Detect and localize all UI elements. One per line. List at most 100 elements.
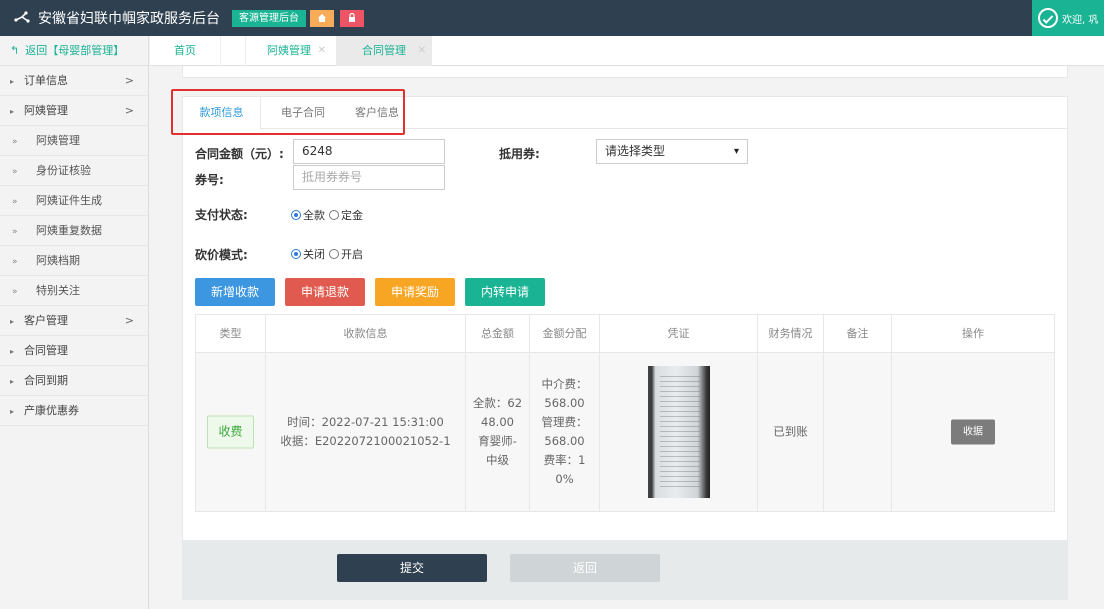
user-avatar-icon bbox=[1038, 8, 1058, 28]
cell-total: 全款：62 48.00 育婴师- 中级 bbox=[466, 353, 530, 511]
chevron-right-icon: > bbox=[124, 74, 134, 87]
bargain-mode-label: 砍价模式: bbox=[195, 248, 248, 262]
sidebar-subitem-duplicate-data[interactable]: » 阿姨重复数据 bbox=[0, 216, 148, 246]
sidebar-item-label: 客户管理 bbox=[24, 314, 68, 327]
tab-nanny-management[interactable]: 阿姨管理 ✕ bbox=[246, 36, 332, 66]
voucher-text-lines bbox=[659, 376, 700, 488]
sidebar-subitem-certificate-gen[interactable]: » 阿姨证件生成 bbox=[0, 186, 148, 216]
top-bar: 安徽省妇联巾帼家政服务后台 客源管理后台 欢迎, 巩 bbox=[0, 0, 1104, 36]
tab-e-contract[interactable]: 电子合同 bbox=[267, 97, 339, 129]
sidebar-item-label: 合同到期 bbox=[24, 374, 68, 387]
col-header-voucher: 凭证 bbox=[600, 315, 758, 352]
double-chevron-icon: » bbox=[12, 167, 18, 177]
total-line: 48.00 bbox=[481, 415, 514, 429]
cell-payment-info: 时间：2022-07-21 15:31:00 收据：E2022072100021… bbox=[266, 353, 466, 511]
radio-full-payment[interactable] bbox=[291, 210, 301, 220]
voucher-photo[interactable] bbox=[647, 366, 710, 498]
sidebar-item-nanny-management[interactable]: ▸ 阿姨管理 > bbox=[0, 96, 148, 126]
cell-type: 收费 bbox=[196, 353, 266, 511]
close-icon[interactable]: ✕ bbox=[318, 36, 326, 66]
sidebar-subitem-schedule[interactable]: » 阿姨档期 bbox=[0, 246, 148, 276]
col-header-total: 总金额 bbox=[466, 315, 530, 352]
apply-refund-button[interactable]: 申请退款 bbox=[285, 278, 365, 306]
pay-status-radio-group: 全款 定金 bbox=[291, 207, 367, 223]
sidebar-subitem-nanny-management[interactable]: » 阿姨管理 bbox=[0, 126, 148, 156]
voucher-select-value: 请选择类型 bbox=[605, 144, 666, 158]
share-logo-icon bbox=[14, 11, 30, 23]
col-header-allocation: 金额分配 bbox=[530, 315, 600, 352]
double-chevron-icon: » bbox=[12, 227, 18, 237]
amount-input[interactable]: 6248 bbox=[293, 139, 445, 164]
app-brand: 安徽省妇联巾帼家政服务后台 bbox=[14, 0, 220, 36]
radio-deposit[interactable] bbox=[329, 210, 339, 220]
payment-time: 时间：2022-07-21 15:31:00 bbox=[287, 415, 444, 429]
sidebar-item-contract-expiry[interactable]: ▸ 合同到期 bbox=[0, 366, 148, 396]
sidebar-item-customers[interactable]: ▸ 客户管理 > bbox=[0, 306, 148, 336]
form-action-bar: 提交 返回 bbox=[182, 540, 1068, 600]
sidebar-subitem-label: 身份证核验 bbox=[36, 164, 91, 177]
cell-actions: 收据 bbox=[892, 353, 1054, 511]
radio-label: 全款 bbox=[303, 209, 325, 222]
caret-right-icon: ▸ bbox=[10, 377, 15, 386]
tab-payment-info[interactable]: 款项信息 bbox=[183, 97, 261, 130]
amount-label: 合同金额（元）: bbox=[195, 147, 284, 161]
submit-button[interactable]: 提交 bbox=[337, 554, 487, 582]
lock-icon[interactable] bbox=[340, 10, 364, 27]
tab-customer-info[interactable]: 客户信息 bbox=[343, 97, 411, 129]
radio-bargain-off[interactable] bbox=[291, 249, 301, 259]
payment-panel: 款项信息 电子合同 客户信息 合同金额（元）: 6248 抵用券: 请选择类型 … bbox=[182, 96, 1068, 592]
pay-status-label: 支付状态: bbox=[195, 208, 248, 222]
total-line: 中级 bbox=[486, 453, 509, 467]
back-button[interactable]: 返回 bbox=[510, 554, 660, 582]
welcome-text: 欢迎, 巩 bbox=[1062, 14, 1099, 26]
source-admin-badge[interactable]: 客源管理后台 bbox=[232, 10, 306, 27]
tab-home[interactable]: 首页 bbox=[150, 36, 220, 66]
chevron-right-icon: > bbox=[124, 104, 134, 117]
allocation-line: 管理费： bbox=[541, 415, 588, 429]
back-label: 返回【母婴部管理】 bbox=[25, 44, 125, 57]
table-row: 收费 时间：2022-07-21 15:31:00 收据：E2022072100… bbox=[196, 353, 1054, 511]
caret-right-icon: ▸ bbox=[10, 77, 15, 86]
main-content: 款项信息 电子合同 客户信息 合同金额（元）: 6248 抵用券: 请选择类型 … bbox=[150, 66, 1104, 609]
allocation-line: 568.00 bbox=[544, 396, 585, 410]
total-line: 全款：62 bbox=[472, 396, 523, 410]
add-payment-button[interactable]: 新增收款 bbox=[195, 278, 275, 306]
sidebar-item-contracts[interactable]: ▸ 合同管理 bbox=[0, 336, 148, 366]
tab-contract-management[interactable]: 合同管理 ✕ bbox=[336, 36, 432, 66]
internal-transfer-button[interactable]: 内转申请 bbox=[465, 278, 545, 306]
sidebar-subitem-special-attention[interactable]: » 特别关注 bbox=[0, 276, 148, 306]
table-header: 类型 收款信息 总金额 金额分配 凭证 财务情况 备注 操作 bbox=[196, 315, 1054, 353]
payment-receipt-number: 收据：E2022072100021052-1 bbox=[280, 434, 451, 448]
cell-remark bbox=[824, 353, 892, 511]
allocation-line: 568.00 bbox=[544, 434, 585, 448]
col-header-finance: 财务情况 bbox=[758, 315, 824, 352]
home-icon[interactable] bbox=[310, 10, 334, 27]
sidebar-item-coupons[interactable]: ▸ 产康优惠券 bbox=[0, 396, 148, 426]
caret-right-icon: ▸ bbox=[10, 347, 15, 356]
col-header-type: 类型 bbox=[196, 315, 266, 352]
radio-bargain-on[interactable] bbox=[329, 249, 339, 259]
sidebar-subitem-label: 阿姨证件生成 bbox=[36, 194, 102, 207]
app-title: 安徽省妇联巾帼家政服务后台 bbox=[38, 11, 220, 27]
sidebar-item-label: 阿姨管理 bbox=[24, 104, 68, 117]
voucher-label: 抵用券: bbox=[499, 147, 540, 161]
welcome-user[interactable]: 欢迎, 巩 bbox=[1032, 0, 1104, 36]
allocation-line: 中介费： bbox=[541, 377, 588, 391]
coupon-number-input[interactable]: 抵用券券号 bbox=[293, 165, 445, 190]
apply-reward-button[interactable]: 申请奖励 bbox=[375, 278, 455, 306]
sidebar-item-label: 订单信息 bbox=[24, 74, 68, 87]
sidebar-subitem-id-verify[interactable]: » 身份证核验 bbox=[0, 156, 148, 186]
sidebar: ↰ 返回【母婴部管理】 ▸ 订单信息 > ▸ 阿姨管理 > » 阿姨管理 » 身份证核验 … bbox=[0, 36, 149, 609]
allocation-line: 费率：1 bbox=[543, 453, 586, 467]
payment-table: 类型 收款信息 总金额 金额分配 凭证 财务情况 备注 操作 收费 时间：202… bbox=[195, 314, 1055, 512]
back-to-maternity-link[interactable]: ↰ 返回【母婴部管理】 bbox=[0, 36, 148, 66]
panel-tabs: 款项信息 电子合同 客户信息 bbox=[183, 97, 1067, 130]
voucher-type-select[interactable]: 请选择类型 ▾ bbox=[596, 139, 748, 164]
page-tabs-bar: 首页 阿姨管理 ✕ 合同管理 ✕ bbox=[150, 36, 1104, 66]
close-icon[interactable]: ✕ bbox=[418, 36, 426, 66]
double-chevron-icon: » bbox=[12, 257, 18, 267]
coupon-number-label: 券号: bbox=[195, 173, 224, 187]
sidebar-item-orders[interactable]: ▸ 订单信息 > bbox=[0, 66, 148, 96]
receipt-button[interactable]: 收据 bbox=[951, 419, 995, 445]
double-chevron-icon: » bbox=[12, 287, 18, 297]
